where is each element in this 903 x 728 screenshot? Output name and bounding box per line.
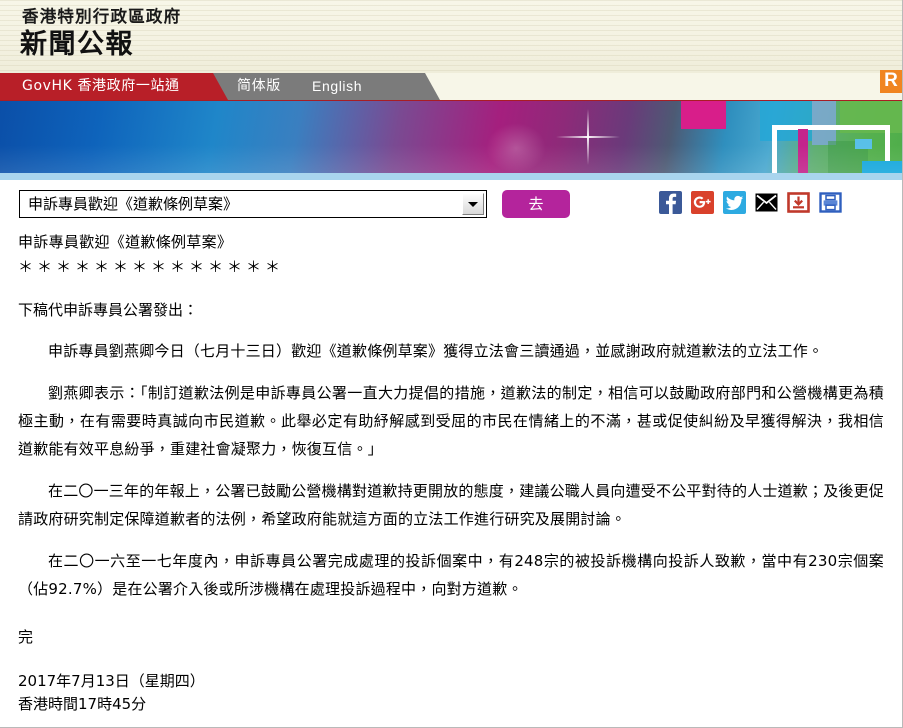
email-icon[interactable] — [755, 191, 778, 214]
article-date: 2017年7月13日（星期四） — [18, 672, 205, 690]
decorative-banner — [0, 100, 902, 173]
article-end-mark: 完 — [18, 628, 34, 646]
controls-row: 申訴專員歡迎《道歉條例草案》 去 — [0, 180, 902, 228]
banner-sheen-overlay — [0, 145, 902, 173]
go-button[interactable]: 去 — [502, 190, 570, 218]
page-title: 新聞公報 — [20, 29, 134, 60]
chevron-down-icon — [468, 202, 478, 207]
article-star-divider: ＊＊＊＊＊＊＊＊＊＊＊＊＊＊ — [18, 258, 285, 276]
nav-link-simplified[interactable]: 简体版 — [237, 73, 281, 100]
download-icon[interactable] — [787, 191, 810, 214]
google-plus-icon[interactable] — [691, 191, 714, 214]
social-share-bar — [659, 191, 842, 214]
language-nav-bar: GovHK 香港政府一站通 简体版 English — [0, 73, 902, 100]
article-paragraph: 劉燕卿表示：「制訂道歉法例是申訴專員公署一直大力提倡的措施，道歉法的制定，相信可… — [18, 384, 884, 458]
news-select-dropdown[interactable]: 申訴專員歡迎《道歉條例草案》 — [19, 190, 487, 218]
facebook-icon[interactable] — [659, 191, 682, 214]
article-paragraph: 在二〇一三年的年報上，公署已鼓勵公營機構對道歉持更開放的態度，建議公職人員向遭受… — [18, 482, 885, 528]
twitter-icon[interactable] — [723, 191, 746, 214]
article-time: 香港時間17時45分 — [18, 695, 147, 713]
banner-pink-square — [681, 101, 726, 129]
article-issuer: 下稿代申訴專員公署發出： — [18, 301, 199, 319]
rss-badge[interactable]: R — [880, 70, 902, 93]
department-name: 香港特別行政區政府 — [22, 7, 182, 26]
nav-link-english[interactable]: English — [312, 73, 362, 100]
masthead: 香港特別行政區政府 新聞公報 — [0, 0, 902, 73]
article-headline: 申訴專員歡迎《道歉條例草案》 — [18, 233, 233, 251]
nav-link-govhk[interactable]: GovHK 香港政府一站通 — [22, 73, 180, 100]
article-paragraph: 在二〇一六至一七年度內，申訴專員公署完成處理的投訴個案中，有248宗的被投訴機構… — [18, 552, 884, 598]
article-body: 申訴專員歡迎《道歉條例草案》 ＊＊＊＊＊＊＊＊＊＊＊＊＊＊ 下稿代申訴專員公署發… — [0, 228, 902, 716]
banner-underline — [0, 173, 902, 180]
news-bulletin-page: 香港特別行政區政府 新聞公報 R GovHK 香港政府一站通 简体版 Engli… — [0, 0, 903, 728]
print-icon[interactable] — [819, 191, 842, 214]
article-paragraph: 申訴專員劉燕卿今日（七月十三日）歡迎《道歉條例草案》獲得立法會三讀通過，並感謝政… — [48, 342, 824, 360]
news-select-value: 申訴專員歡迎《道歉條例草案》 — [28, 195, 239, 213]
news-select-arrow-button[interactable] — [462, 193, 484, 215]
